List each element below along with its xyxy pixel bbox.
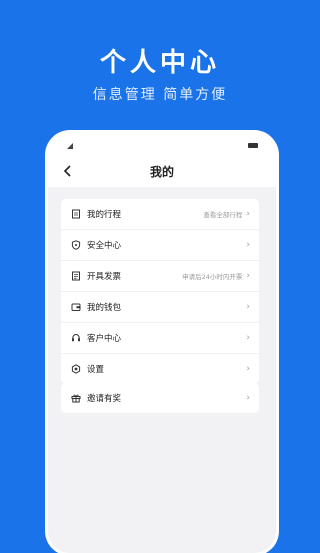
menu-item-hint: 查看全部行程	[203, 211, 243, 219]
menu-item-invite[interactable]: 邀请有奖 ›	[61, 383, 259, 413]
status-bar	[48, 133, 276, 155]
invoice-icon	[71, 271, 81, 281]
menu-item-label: 开具发票	[87, 272, 122, 282]
shield-icon	[71, 240, 81, 250]
menu-item-security[interactable]: 安全中心 ›	[61, 230, 259, 261]
chevron-right-icon: ›	[246, 240, 250, 250]
chevron-right-icon: ›	[246, 393, 250, 403]
menu-item-label: 我的钱包	[87, 303, 122, 313]
menu-item-wallet[interactable]: 我的钱包 ›	[61, 292, 259, 323]
settings-icon	[71, 364, 81, 374]
signal-icon	[67, 143, 73, 149]
headset-icon	[71, 333, 81, 343]
chevron-right-icon: ›	[246, 302, 250, 312]
menu-item-customer-service[interactable]: 客户中心 ›	[61, 323, 259, 354]
trip-icon	[71, 209, 81, 219]
promo-subtitle: 信息管理 简单方便	[92, 87, 228, 103]
menu-item-settings[interactable]: 设置 ›	[61, 354, 259, 384]
phone-mockup: 我的 我的行程 查看全部行程 › 安全中心 › 开具发票 申请后24小时内开票 …	[48, 133, 276, 553]
battery-icon	[248, 143, 258, 148]
menu-item-label: 客户中心	[87, 334, 122, 344]
promo-title: 个人中心	[99, 48, 220, 78]
chevron-right-icon: ›	[246, 271, 250, 281]
chevron-right-icon: ›	[246, 333, 250, 343]
invite-card: 邀请有奖 ›	[61, 383, 259, 413]
gift-icon	[71, 393, 81, 403]
menu-item-label: 安全中心	[87, 241, 122, 251]
menu-item-hint: 申请后24小时内开票	[182, 273, 243, 281]
chevron-right-icon: ›	[246, 364, 250, 374]
menu-item-label: 邀请有奖	[87, 394, 122, 404]
menu-card: 我的行程 查看全部行程 › 安全中心 › 开具发票 申请后24小时内开票 › 我…	[61, 199, 259, 384]
menu-item-label: 我的行程	[87, 210, 122, 220]
menu-item-invoice[interactable]: 开具发票 申请后24小时内开票 ›	[61, 261, 259, 292]
menu-item-trips[interactable]: 我的行程 查看全部行程 ›	[61, 199, 259, 230]
wallet-icon	[71, 302, 81, 312]
nav-bar: 我的	[48, 155, 276, 187]
menu-item-label: 设置	[87, 365, 105, 375]
chevron-right-icon: ›	[246, 209, 250, 219]
page-title: 我的	[149, 165, 174, 179]
